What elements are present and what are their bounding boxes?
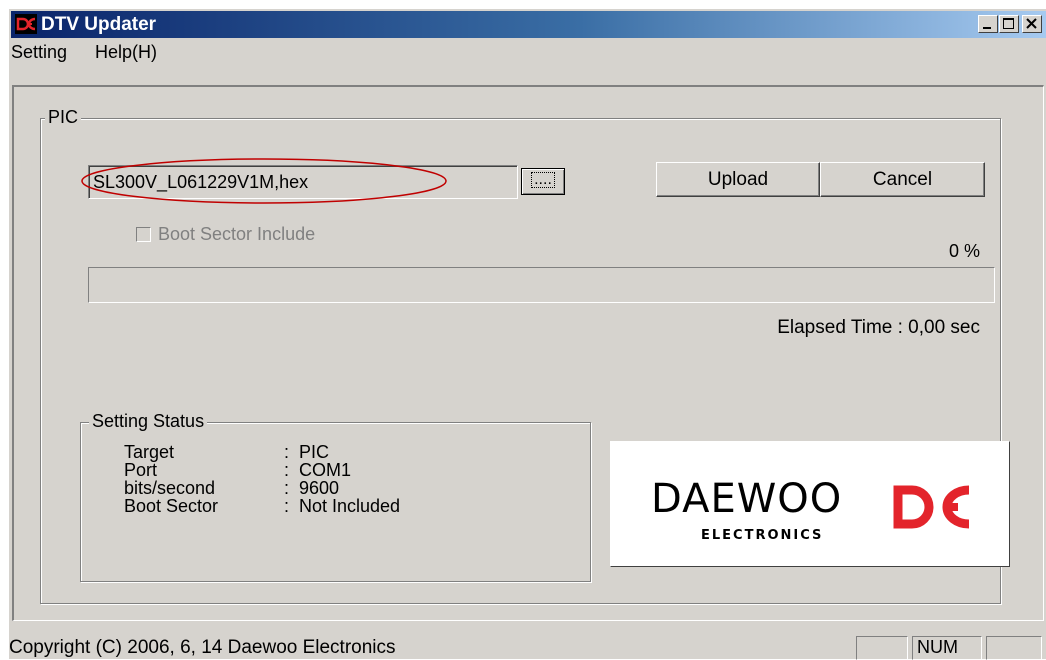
maximize-button[interactable] xyxy=(999,15,1019,33)
logo-d-mark xyxy=(893,485,934,529)
browse-label: .... xyxy=(531,172,555,188)
status-value: 9600 xyxy=(299,478,340,498)
progress-percent: 0 % xyxy=(948,241,980,261)
status-colon: : xyxy=(284,460,290,480)
copyright-text: Copyright (C) 2006, 6, 14 Daewoo Electro… xyxy=(9,637,396,658)
status-colon: : xyxy=(284,442,290,462)
maximize-icon xyxy=(1003,18,1014,29)
close-icon xyxy=(1026,18,1037,29)
daewoo-logo: DAEWOO ELECTRONICS xyxy=(610,441,1010,567)
boot-sector-checkbox[interactable] xyxy=(136,227,151,242)
minimize-button[interactable] xyxy=(978,15,998,33)
menu-setting[interactable]: Setting xyxy=(11,42,67,63)
minimize-icon xyxy=(983,27,991,29)
cancel-button[interactable]: Cancel xyxy=(820,162,985,197)
status-value: Not Included xyxy=(299,496,401,516)
status-value: PIC xyxy=(299,442,330,462)
status-colon: : xyxy=(284,478,290,498)
upload-button[interactable]: Upload xyxy=(656,162,820,197)
pic-legend: PIC xyxy=(45,107,82,128)
logo-bar-mark xyxy=(944,503,958,511)
status-colon: : xyxy=(284,496,290,516)
app-window: DTV Updater Setting Help(H) PIC .... xyxy=(8,8,1046,660)
status-value: COM1 xyxy=(299,460,352,480)
file-path-input[interactable] xyxy=(88,165,518,199)
upload-progress-bar xyxy=(88,267,995,303)
window-title: DTV Updater xyxy=(41,14,157,35)
logo-sub-text: ELECTRONICS xyxy=(701,528,823,543)
close-button[interactable] xyxy=(1022,15,1042,33)
title-bar[interactable]: DTV Updater xyxy=(11,11,1046,38)
status-key: bits/second xyxy=(124,478,216,498)
browse-button[interactable]: .... xyxy=(521,168,565,195)
setting-status-groupbox: Setting Status Target : PIC Port : COM1 … xyxy=(80,411,591,582)
boot-sector-label: Boot Sector Include xyxy=(158,224,316,244)
status-key: Port xyxy=(124,460,158,480)
status-panel-num: NUM xyxy=(912,636,982,660)
daewoo-logo-graphic: DAEWOO ELECTRONICS xyxy=(651,476,970,543)
elapsed-time: Elapsed Time : 0,00 sec xyxy=(777,317,980,338)
status-panel-empty xyxy=(856,636,908,660)
logo-brand-text: DAEWOO xyxy=(651,476,842,522)
menu-bar: Setting Help(H) xyxy=(11,38,1046,66)
status-panel-empty-2 xyxy=(986,636,1042,660)
status-key: Boot Sector xyxy=(124,496,219,516)
menu-help[interactable]: Help(H) xyxy=(95,42,157,63)
status-bar: Copyright (C) 2006, 6, 14 Daewoo Electro… xyxy=(9,634,1046,660)
app-logo-icon xyxy=(15,14,37,34)
setting-status-legend: Setting Status xyxy=(89,411,208,432)
status-key: Target xyxy=(124,442,175,462)
